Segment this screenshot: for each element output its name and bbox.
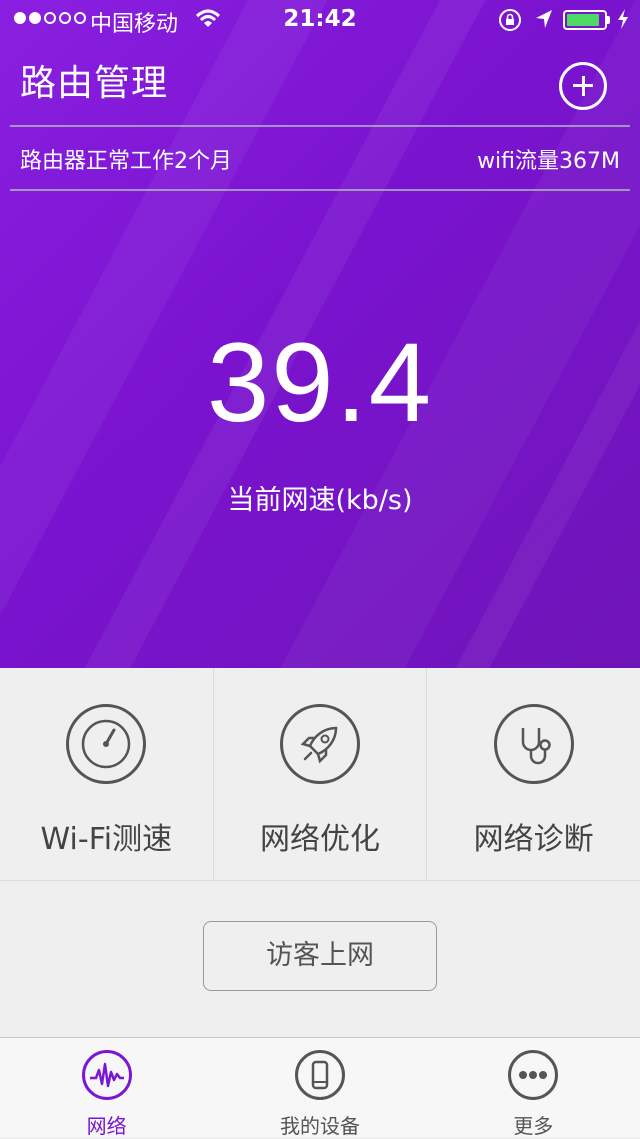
- stethoscope-icon: [493, 704, 574, 784]
- battery-tip: [607, 16, 610, 24]
- current-speed-label: 当前网速(kb/s): [227, 485, 413, 516]
- rocket-icon: [280, 704, 360, 784]
- router-uptime: 路由器正常工作2个月: [20, 149, 232, 174]
- divider: [10, 189, 630, 191]
- current-speed-value: 39.4: [207, 320, 433, 445]
- tab-network[interactable]: 网络: [0, 1038, 213, 1138]
- feature-label: Wi-Fi测速: [40, 822, 173, 857]
- tab-my-devices[interactable]: 我的设备: [213, 1038, 426, 1138]
- battery-level: [567, 14, 599, 26]
- feature-grid: Wi-Fi测速 网络优化 网络诊断: [0, 668, 640, 881]
- tab-bar: 网络 我的设备 更多: [0, 1037, 640, 1138]
- tab-more[interactable]: 更多: [427, 1038, 640, 1138]
- orientation-lock-icon: [498, 8, 524, 38]
- tab-label: 我的设备: [279, 1114, 360, 1138]
- wifi-traffic: wifi流量367M: [477, 149, 620, 174]
- status-bar: 中国移动 21:42: [0, 0, 640, 40]
- battery-icon: [563, 10, 607, 30]
- page-title: 路由管理: [20, 63, 169, 104]
- wifi-speedtest-button[interactable]: Wi-Fi测速: [0, 668, 214, 880]
- divider: [10, 125, 630, 127]
- feature-label: 网络诊断: [473, 822, 594, 857]
- pulse-icon: [81, 1050, 132, 1100]
- speedometer-icon: [66, 704, 147, 784]
- phone-icon: [294, 1050, 345, 1100]
- plus-circle-icon[interactable]: [559, 62, 607, 110]
- network-optimize-button[interactable]: 网络优化: [214, 668, 428, 880]
- tab-label: 网络: [86, 1114, 127, 1138]
- feature-label: 网络优化: [260, 822, 380, 857]
- tab-label: 更多: [513, 1114, 554, 1138]
- network-diagnose-button[interactable]: 网络诊断: [427, 668, 640, 880]
- location-arrow-icon: [534, 8, 554, 36]
- more-icon: [508, 1050, 559, 1100]
- charging-icon: [617, 8, 629, 36]
- guest-access-button[interactable]: 访客上网: [203, 921, 437, 991]
